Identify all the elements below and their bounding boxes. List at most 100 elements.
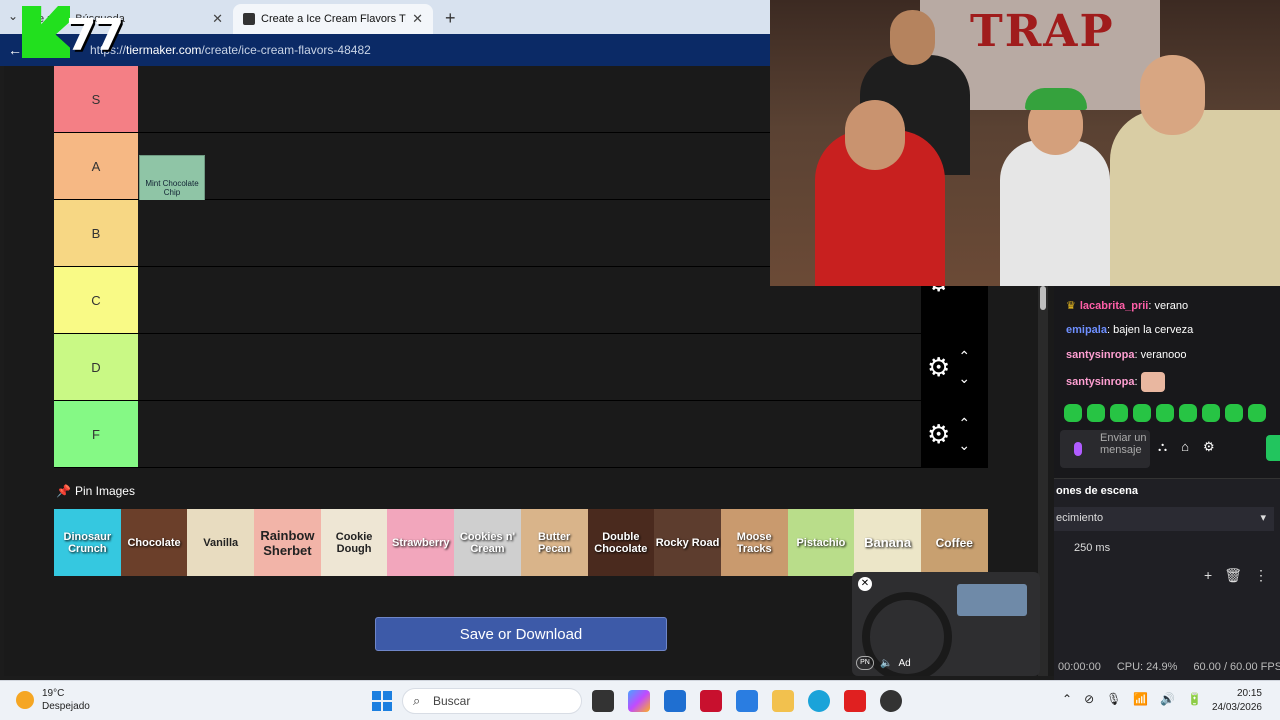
tier-label[interactable]: D	[54, 334, 138, 400]
transition-select[interactable]: ecimiento ▾	[1054, 507, 1274, 531]
emote-icon[interactable]	[1179, 404, 1197, 422]
tier-label[interactable]: A	[54, 133, 138, 199]
flavor-tile[interactable]: Cookie Dough	[320, 509, 388, 576]
outlook-icon[interactable]	[736, 690, 758, 712]
weather-icon	[16, 691, 34, 709]
tab-list-chevron-icon[interactable]: ⌄	[8, 9, 18, 23]
flavor-tile[interactable]: Vanilla	[187, 509, 255, 576]
trash-icon[interactable]: 🗑	[1224, 567, 1242, 584]
screen: { "browser": { "tabs": [ {"label": "e pr…	[0, 0, 1280, 720]
close-icon[interactable]: ✕	[858, 577, 872, 591]
flavor-tile[interactable]: Butter Pecan	[520, 509, 588, 576]
flavor-tile[interactable]: Banana	[854, 509, 921, 576]
chevron-up-icon[interactable]: ⌃	[958, 345, 970, 367]
chat-username[interactable]: santysinropa	[1066, 349, 1134, 361]
network-off-icon[interactable]: ⊘	[1084, 692, 1094, 706]
chat-text: verano	[1154, 300, 1189, 312]
gear-icon[interactable]: ⚙	[927, 352, 950, 383]
chat-message: emipala: bajen la cerveza	[1066, 324, 1194, 336]
mcafee-icon[interactable]	[700, 690, 722, 712]
emote-bar	[1064, 404, 1266, 422]
windows-taskbar: 19°C Despejado ⌕ Buscar ⌃ ⊘ 🎙 📶 🔊 🔋 20:15…	[0, 680, 1280, 720]
player-controls: PN 🔈 Ad	[856, 656, 911, 670]
tier-drop-zone[interactable]: ⚙ ⌃ ⌄	[138, 334, 988, 400]
flavor-tile[interactable]: Rocky Road	[654, 509, 721, 576]
pin-images-toggle[interactable]: 📌 Pin Images	[56, 484, 135, 498]
lightshot-icon[interactable]	[844, 690, 866, 712]
tier-controls: ⚙ ⌃ ⌄	[921, 334, 988, 400]
close-tab-icon[interactable]: ✕	[212, 11, 223, 27]
weather-widget[interactable]: 19°C Despejado	[16, 687, 90, 713]
more-icon[interactable]: ⋮	[1254, 567, 1268, 584]
task-view-icon[interactable]	[592, 690, 614, 712]
volume-icon[interactable]: 🔈	[880, 658, 892, 669]
emote-icon[interactable]	[1087, 404, 1105, 422]
settings-icon[interactable]: ⚙	[1203, 439, 1215, 455]
microphone-icon[interactable]	[1074, 442, 1082, 456]
flavor-tile[interactable]: Chocolate	[120, 509, 188, 576]
url-field[interactable]: https://tiermaker.com/create/ice-cream-f…	[90, 43, 371, 57]
mini-video-player[interactable]: ✕ PN 🔈 Ad	[852, 572, 1040, 676]
start-button[interactable]	[372, 691, 392, 711]
tier-label[interactable]: S	[54, 66, 138, 132]
close-tab-icon[interactable]: ✕	[412, 11, 423, 27]
stream-side-panel: ♛ lacabrita_prii: verano emipala: bajen l…	[1054, 286, 1280, 680]
chevron-up-icon[interactable]: ⌃	[1062, 692, 1072, 706]
obs-icon[interactable]	[880, 690, 902, 712]
chat-input[interactable]: Enviar un mensaje	[1060, 430, 1150, 468]
taskbar-search[interactable]: ⌕ Buscar	[402, 688, 582, 714]
send-button[interactable]	[1266, 435, 1280, 461]
new-tab-button[interactable]: +	[445, 8, 456, 29]
save-download-button[interactable]: Save or Download	[375, 617, 667, 651]
flavor-tile[interactable]: Dinosaur Crunch	[54, 509, 121, 576]
flavor-tile[interactable]: Pistachio	[787, 509, 855, 576]
flavor-tile[interactable]: Strawberry	[387, 509, 455, 576]
flavor-tile[interactable]: Rainbow Sherbet	[254, 509, 321, 576]
connections-icon[interactable]: ⛬	[1158, 439, 1167, 455]
date: 24/03/2026	[1211, 702, 1262, 713]
file-explorer-icon[interactable]	[772, 690, 794, 712]
clock[interactable]: 20:15 24/03/2026	[1206, 687, 1262, 715]
edge-icon[interactable]	[808, 690, 830, 712]
microphone-icon[interactable]: 🎙	[1106, 692, 1121, 706]
flavor-tile[interactable]: Cookies n' Cream	[454, 509, 521, 576]
pip-icon[interactable]: PN	[856, 656, 874, 670]
tier-label[interactable]: C	[54, 267, 138, 333]
tier-label[interactable]: F	[54, 401, 138, 467]
add-icon[interactable]: +	[1204, 567, 1212, 584]
flavor-tile[interactable]: Double Chocolate	[587, 509, 655, 576]
copilot-icon[interactable]	[628, 690, 650, 712]
flavor-tile[interactable]: Coffee	[920, 509, 988, 576]
battery-icon[interactable]: 🔋	[1187, 692, 1202, 706]
tier-label[interactable]: B	[54, 200, 138, 266]
wifi-icon[interactable]: 📶	[1133, 692, 1148, 706]
chevron-down-icon: ▾	[1260, 512, 1266, 524]
store-icon[interactable]: ⌂	[1181, 439, 1189, 455]
chat-username[interactable]: emipala	[1066, 324, 1107, 336]
emote-icon[interactable]	[1133, 404, 1151, 422]
scrollbar-thumb[interactable]	[1040, 286, 1046, 310]
emote-icon[interactable]	[1064, 404, 1082, 422]
tab-tiermaker[interactable]: Create a Ice Cream Flavors Tier List ✕	[233, 4, 433, 34]
chat-username[interactable]: santysinropa	[1066, 376, 1134, 388]
chevron-down-icon[interactable]: ⌄	[958, 367, 970, 389]
store-app-icon[interactable]	[664, 690, 686, 712]
emote-icon[interactable]	[1248, 404, 1266, 422]
gear-icon[interactable]: ⚙	[927, 419, 950, 450]
volume-icon[interactable]: 🔊	[1160, 692, 1175, 706]
emote-icon[interactable]	[1110, 404, 1128, 422]
tier-drop-zone[interactable]: ⚙ ⌃ ⌄	[138, 401, 988, 467]
emote-icon[interactable]	[1202, 404, 1220, 422]
chevron-down-icon[interactable]: ⌄	[958, 434, 970, 456]
time: 20:15	[1236, 688, 1262, 699]
duration-field[interactable]: 250 ms	[1054, 537, 1274, 561]
emote-icon[interactable]	[1156, 404, 1174, 422]
flavor-tile[interactable]: Moose Tracks	[720, 509, 788, 576]
emote-icon	[1140, 372, 1165, 392]
chevron-up-icon[interactable]: ⌃	[958, 412, 970, 434]
pin-icon: 📌	[56, 484, 71, 498]
chat-username[interactable]: lacabrita_prii	[1080, 300, 1148, 312]
tier-controls: ⚙ ⌃ ⌄	[921, 401, 988, 467]
emote-icon[interactable]	[1225, 404, 1243, 422]
url-path: /create/ice-cream-flavors-48482	[201, 43, 371, 57]
